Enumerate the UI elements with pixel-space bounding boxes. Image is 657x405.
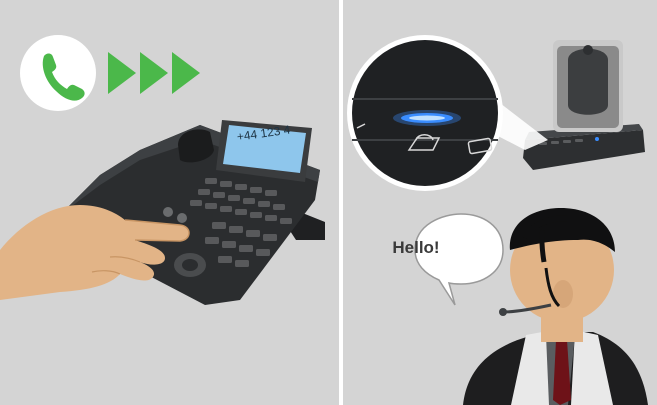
headset-base-illustration	[347, 35, 648, 405]
phone-handset-icon	[20, 35, 96, 111]
left-panel: +44 123 4	[0, 0, 339, 405]
desk-phone-illustration	[0, 35, 325, 305]
play-arrows-icon	[108, 52, 200, 94]
speech-bubble-text: Hello!	[392, 238, 440, 257]
base-station	[523, 40, 645, 170]
right-panel: Hello!	[343, 0, 657, 405]
magnified-led-view	[347, 35, 503, 191]
speech-bubble	[414, 213, 504, 306]
